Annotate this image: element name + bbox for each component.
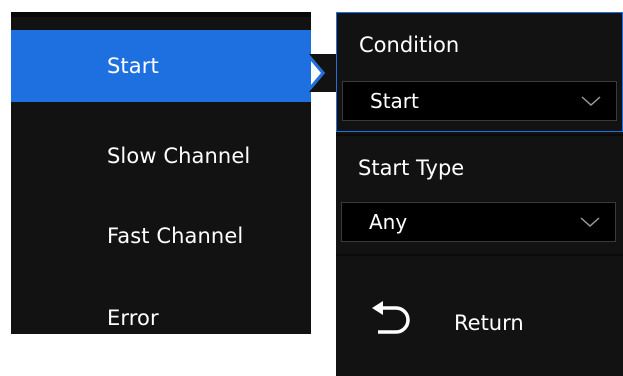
start-type-label: Start Type [358, 156, 465, 180]
start-type-select[interactable]: Any [341, 202, 616, 242]
menu-item-slow-channel[interactable]: Slow Channel [11, 120, 311, 192]
menu-item-label: Start [107, 54, 159, 78]
menu-top-bar [11, 12, 311, 17]
submenu-panel: Condition Start Start Type Any Return [336, 12, 623, 376]
chevron-down-icon [580, 217, 600, 228]
return-label: Return [454, 311, 524, 335]
return-arrow-icon [372, 301, 410, 334]
start-type-value: Any [369, 210, 408, 234]
start-type-section: Start Type Any [336, 136, 623, 254]
menu-item-error[interactable]: Error [11, 282, 311, 354]
chevron-down-icon [581, 96, 601, 107]
condition-value: Start [370, 89, 419, 113]
menu-item-start[interactable]: Start [11, 30, 311, 102]
menu-item-fast-channel[interactable]: Fast Channel [11, 200, 311, 272]
condition-select[interactable]: Start [342, 81, 617, 121]
menu-item-label: Error [107, 306, 159, 330]
condition-label: Condition [359, 33, 460, 57]
trigger-menu: Start Slow Channel Fast Channel Error [11, 12, 311, 334]
menu-item-label: Slow Channel [107, 144, 251, 168]
menu-item-label: Fast Channel [107, 224, 244, 248]
return-button[interactable]: Return [336, 256, 623, 376]
condition-section: Condition Start [336, 12, 623, 132]
